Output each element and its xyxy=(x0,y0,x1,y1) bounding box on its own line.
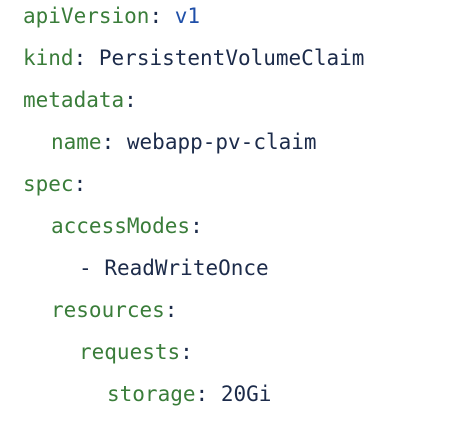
key-accessmodes: accessModes xyxy=(51,214,191,238)
value-name: webapp-pv-claim xyxy=(126,130,317,154)
line-accessmode-item: - ReadWriteOnce xyxy=(23,247,364,289)
key-resources: resources xyxy=(51,298,165,322)
key-storage: storage xyxy=(107,382,196,406)
colon: : xyxy=(164,298,178,322)
value-accessmode: ReadWriteOnce xyxy=(104,256,269,280)
colon: : xyxy=(180,340,193,364)
line-storage: storage: 20Gi xyxy=(23,373,364,415)
line-requests: requests: xyxy=(23,331,364,373)
key-requests: requests xyxy=(79,340,181,364)
key-spec: spec xyxy=(23,172,74,196)
key-kind: kind xyxy=(23,46,74,70)
value-apiversion: v1 xyxy=(174,4,201,28)
value-kind: PersistentVolumeClaim xyxy=(98,46,365,70)
key-name: name xyxy=(51,130,102,154)
line-spec: spec: xyxy=(23,163,364,205)
colon: : xyxy=(73,172,87,196)
value-storage: 20Gi xyxy=(220,382,272,406)
line-resources: resources: xyxy=(23,289,364,331)
line-kind: kind: PersistentVolumeClaim xyxy=(23,37,364,79)
list-dash: - xyxy=(79,256,92,280)
colon: : xyxy=(73,46,87,70)
colon: : xyxy=(190,214,203,238)
yaml-code-block: apiVersion: v1 kind: PersistentVolumeClai… xyxy=(23,0,364,415)
key-apiversion: apiVersion xyxy=(23,4,150,28)
line-metadata: metadata: xyxy=(23,79,364,121)
line-name: name: webapp-pv-claim xyxy=(23,121,364,163)
colon: : xyxy=(149,4,163,28)
key-metadata: metadata xyxy=(23,88,125,112)
line-apiversion: apiVersion: v1 xyxy=(23,0,364,37)
colon: : xyxy=(124,88,137,112)
colon: : xyxy=(195,382,209,406)
colon: : xyxy=(101,130,115,154)
line-accessmodes: accessModes: xyxy=(23,205,364,247)
